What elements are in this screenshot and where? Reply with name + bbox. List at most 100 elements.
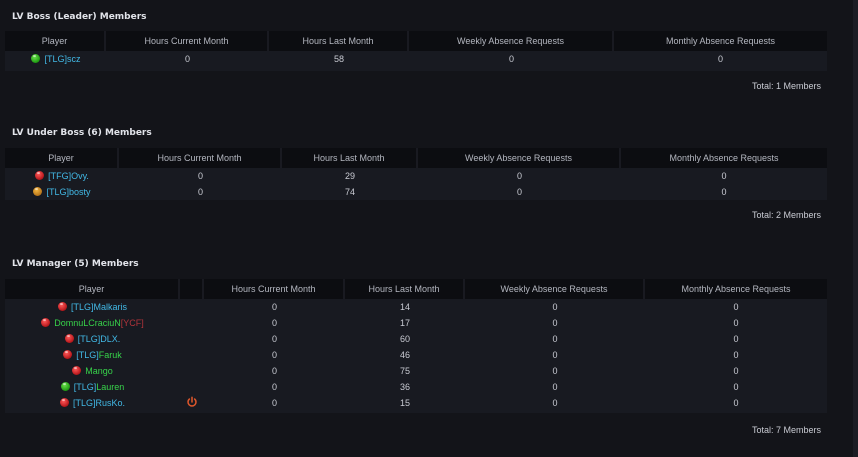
monthly-absence-requests: 0: [733, 382, 739, 392]
actions-cell: [180, 395, 204, 411]
table-row: [TFG]Ovy. 0 29 0 0: [5, 168, 827, 184]
status-offline-icon: [72, 366, 82, 375]
table-row: [TLG]Faruk 0 46 0 0: [5, 347, 827, 363]
power-icon[interactable]: [186, 396, 198, 408]
player-name[interactable]: RusKo.: [96, 398, 126, 408]
status-offline-icon: [41, 318, 51, 327]
monthly-absence-requests: 0: [733, 350, 739, 360]
column-header-player[interactable]: Player: [5, 279, 180, 299]
hours-last-month: 15: [399, 398, 410, 408]
section-manager: LV Manager (5) Members Player Hours Curr…: [5, 259, 827, 435]
hours-current-month: 0: [197, 187, 203, 197]
player-name[interactable]: Lauren: [96, 382, 124, 392]
status-offline-icon: [64, 334, 74, 343]
column-header-monthly-absence-requests[interactable]: Monthly Absence Requests: [645, 279, 827, 299]
members-table: Player Hours Current Month Hours Last Mo…: [5, 279, 827, 413]
hours-current-month: 0: [197, 171, 203, 181]
column-header-weekly-absence-requests[interactable]: Weekly Absence Requests: [409, 31, 614, 51]
column-header-player[interactable]: Player: [5, 31, 106, 51]
player-cell[interactable]: DomnuLCraciuN[YCF]: [5, 315, 180, 331]
monthly-absence-requests: 0: [733, 334, 739, 344]
section-title: LV Manager (5) Members: [12, 259, 139, 269]
player-cell[interactable]: [TLG]Faruk: [5, 347, 180, 363]
hours-last-month: 60: [399, 334, 410, 344]
player-name[interactable]: DomnuLCraciuN: [54, 318, 121, 328]
column-header-hours-current-month[interactable]: Hours Current Month: [106, 31, 269, 51]
column-header-monthly-absence-requests[interactable]: Monthly Absence Requests: [621, 148, 827, 168]
table-header-row: Player Hours Current Month Hours Last Mo…: [5, 279, 827, 299]
hours-current-month: 0: [271, 302, 277, 312]
player-name[interactable]: Ovy.: [71, 171, 89, 181]
table-row: DomnuLCraciuN[YCF] 0 17 0 0: [5, 315, 827, 331]
player-cell[interactable]: [TLG]RusKo.: [5, 395, 180, 411]
actions-cell: [180, 363, 204, 379]
player-cell[interactable]: [TFG]Ovy.: [5, 168, 119, 184]
members-table: Player Hours Current Month Hours Last Mo…: [5, 148, 827, 200]
hours-current-month: 0: [184, 54, 190, 64]
player-tag: [TLG]: [72, 398, 96, 408]
page-scrollbar[interactable]: [853, 0, 858, 457]
weekly-absence-requests: 0: [552, 398, 558, 408]
column-header-hours-current-month[interactable]: Hours Current Month: [204, 279, 345, 299]
actions-cell: [180, 331, 204, 347]
hours-last-month: 36: [399, 382, 410, 392]
player-name[interactable]: Malkaris: [94, 302, 128, 312]
player-name[interactable]: Faruk: [99, 350, 122, 360]
table-row: [TLG]DLX. 0 60 0 0: [5, 331, 827, 347]
status-offline-icon: [59, 398, 69, 407]
player-cell[interactable]: [TLG]scz: [5, 51, 106, 67]
hours-current-month: 0: [271, 382, 277, 392]
player-name[interactable]: scz: [67, 54, 81, 64]
monthly-absence-requests: 0: [733, 318, 739, 328]
player-cell[interactable]: [TLG]bosty: [5, 184, 119, 200]
status-offline-icon: [35, 171, 45, 180]
column-header-hours-last-month[interactable]: Hours Last Month: [345, 279, 465, 299]
monthly-absence-requests: 0: [721, 187, 727, 197]
player-cell[interactable]: Mango: [5, 363, 180, 379]
actions-cell: [180, 299, 204, 315]
player-cell[interactable]: [TLG]Lauren: [5, 379, 180, 395]
weekly-absence-requests: 0: [552, 318, 558, 328]
monthly-absence-requests: 0: [721, 171, 727, 181]
weekly-absence-requests: 0: [516, 171, 522, 181]
player-name[interactable]: Mango: [85, 366, 113, 376]
column-header-hours-current-month[interactable]: Hours Current Month: [119, 148, 282, 168]
column-header-weekly-absence-requests[interactable]: Weekly Absence Requests: [465, 279, 645, 299]
player-cell[interactable]: [TLG]Malkaris: [5, 299, 180, 315]
status-online-icon: [31, 54, 41, 63]
player-name[interactable]: DLX.: [100, 334, 120, 344]
table-header-row: Player Hours Current Month Hours Last Mo…: [5, 31, 827, 51]
column-header-weekly-absence-requests[interactable]: Weekly Absence Requests: [418, 148, 621, 168]
monthly-absence-requests: 0: [733, 302, 739, 312]
hours-last-month: 14: [399, 302, 410, 312]
hours-current-month: 0: [271, 366, 277, 376]
hours-last-month: 75: [399, 366, 410, 376]
hours-last-month: 46: [399, 350, 410, 360]
hours-current-month: 0: [271, 350, 277, 360]
table-row: [TLG]RusKo. 0 15 0 0: [5, 395, 827, 411]
total-members: Total: 2 Members: [751, 210, 821, 220]
monthly-absence-requests: 0: [733, 366, 739, 376]
total-members: Total: 7 Members: [751, 425, 821, 435]
table-row: Mango 0 75 0 0: [5, 363, 827, 379]
column-header-hours-last-month[interactable]: Hours Last Month: [282, 148, 418, 168]
player-name[interactable]: bosty: [69, 187, 91, 197]
player-cell[interactable]: [TLG]DLX.: [5, 331, 180, 347]
section-title: LV Under Boss (6) Members: [12, 128, 152, 138]
monthly-absence-requests: 0: [717, 54, 723, 64]
hours-last-month: 58: [333, 54, 344, 64]
weekly-absence-requests: 0: [552, 350, 558, 360]
weekly-absence-requests: 0: [552, 366, 558, 376]
weekly-absence-requests: 0: [516, 187, 522, 197]
actions-cell: [180, 379, 204, 395]
hours-current-month: 0: [271, 398, 277, 408]
weekly-absence-requests: 0: [552, 302, 558, 312]
section-boss: LV Boss (Leader) Members Player Hours Cu…: [5, 12, 827, 91]
column-header-monthly-absence-requests[interactable]: Monthly Absence Requests: [614, 31, 827, 51]
table-row: [TLG]Lauren 0 36 0 0: [5, 379, 827, 395]
column-header-hours-last-month[interactable]: Hours Last Month: [269, 31, 409, 51]
hours-last-month: 17: [399, 318, 410, 328]
total-members: Total: 1 Members: [751, 81, 821, 91]
player-tag: [TLG]: [76, 350, 99, 360]
column-header-player[interactable]: Player: [5, 148, 119, 168]
